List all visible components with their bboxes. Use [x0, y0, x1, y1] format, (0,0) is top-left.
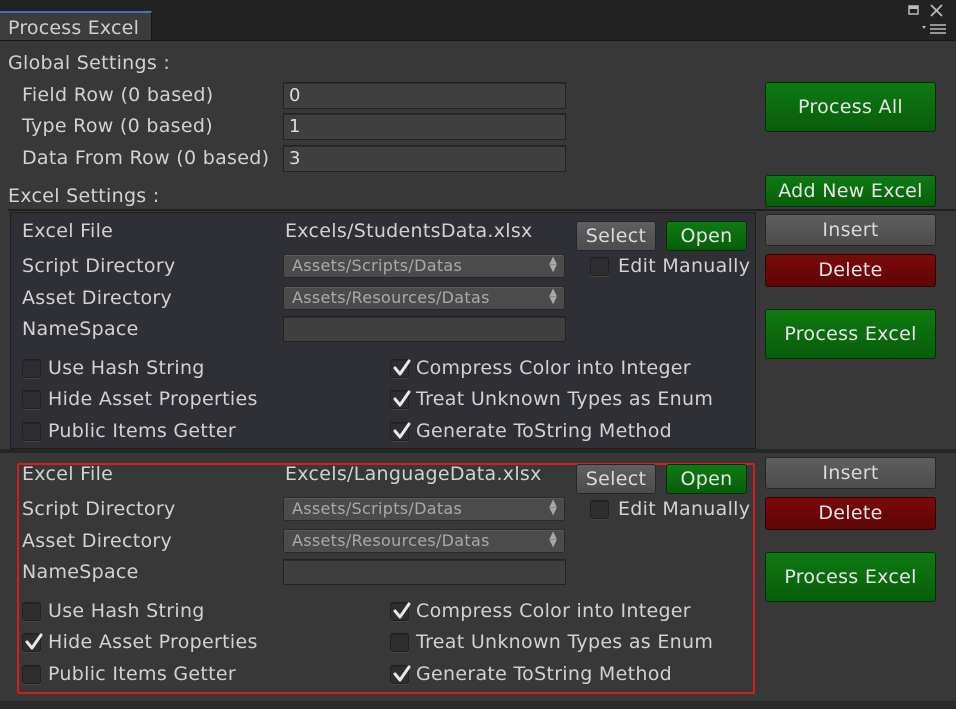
- hide-asset-properties-label: Hide Asset Properties: [48, 631, 258, 653]
- dropdown-arrows-icon: ▲ ▼: [549, 287, 557, 306]
- hide-asset-properties-checkbox[interactable]: [22, 390, 41, 409]
- insert-button[interactable]: Insert: [765, 214, 936, 246]
- asset-directory-dropdown[interactable]: Assets/Resources/Datas ▲ ▼: [283, 529, 565, 553]
- namespace-input[interactable]: [283, 559, 566, 585]
- script-directory-value: Assets/Scripts/Datas: [292, 499, 463, 518]
- maximize-icon[interactable]: [908, 4, 920, 19]
- namespace-label: NameSpace: [22, 561, 139, 583]
- public-items-getter-checkbox[interactable]: [22, 665, 41, 684]
- data-row-input[interactable]: 3: [283, 145, 566, 172]
- edit-manually-label: Edit Manually: [618, 498, 751, 520]
- section-divider: [8, 209, 956, 211]
- use-hash-string-checkbox[interactable]: [22, 359, 41, 378]
- global-settings-heading: Global Settings :: [8, 52, 171, 74]
- edit-manually-checkbox[interactable]: [590, 500, 609, 519]
- namespace-label: NameSpace: [22, 318, 139, 340]
- data-row-value: 3: [289, 148, 301, 169]
- generate-tostring-checkbox[interactable]: [390, 665, 411, 684]
- dropdown-arrows-icon: ▲ ▼: [549, 255, 557, 274]
- excel-file-path: Excels/StudentsData.xlsx: [285, 220, 533, 242]
- public-items-getter-checkbox[interactable]: [22, 422, 41, 441]
- compress-color-label: Compress Color into Integer: [416, 357, 691, 379]
- data-row-label: Data From Row (0 based): [22, 147, 270, 169]
- insert-button[interactable]: Insert: [765, 457, 936, 489]
- field-row-label: Field Row (0 based): [22, 84, 214, 106]
- type-row-input[interactable]: 1: [283, 113, 566, 140]
- asset-directory-value: Assets/Resources/Datas: [292, 531, 490, 550]
- compress-color-checkbox[interactable]: [390, 602, 411, 621]
- hide-asset-properties-label: Hide Asset Properties: [48, 388, 258, 410]
- namespace-input[interactable]: [283, 316, 566, 342]
- excel-file-label: Excel File: [22, 220, 114, 242]
- delete-button[interactable]: Delete: [765, 254, 936, 287]
- select-file-button[interactable]: Select: [576, 221, 656, 251]
- type-row-label: Type Row (0 based): [22, 115, 213, 137]
- generate-tostring-label: Generate ToString Method: [416, 663, 672, 685]
- excel-file-label: Excel File: [22, 463, 114, 485]
- tab-process-excel[interactable]: Process Excel: [0, 11, 152, 40]
- delete-button[interactable]: Delete: [765, 497, 936, 530]
- hide-asset-properties-checkbox[interactable]: [22, 633, 43, 652]
- excel-settings-heading: Excel Settings :: [8, 185, 160, 207]
- generate-tostring-checkbox[interactable]: [390, 422, 411, 441]
- use-hash-string-label: Use Hash String: [48, 357, 205, 379]
- public-items-getter-label: Public Items Getter: [48, 663, 236, 685]
- asset-directory-dropdown[interactable]: Assets/Resources/Datas ▲ ▼: [283, 286, 565, 310]
- script-directory-label: Script Directory: [22, 255, 176, 277]
- process-excel-button[interactable]: Process Excel: [765, 309, 936, 359]
- menu-icon[interactable]: [922, 22, 948, 39]
- edit-manually-label: Edit Manually: [618, 255, 751, 277]
- public-items-getter-label: Public Items Getter: [48, 420, 236, 442]
- field-row-input[interactable]: 0: [283, 82, 566, 109]
- compress-color-label: Compress Color into Integer: [416, 600, 691, 622]
- add-new-excel-button[interactable]: Add New Excel: [765, 175, 936, 207]
- script-directory-dropdown[interactable]: Assets/Scripts/Datas ▲ ▼: [283, 497, 565, 521]
- use-hash-string-checkbox[interactable]: [22, 602, 41, 621]
- asset-directory-label: Asset Directory: [22, 530, 173, 552]
- tab-title: Process Excel: [8, 17, 140, 39]
- excel-file-path: Excels/LanguageData.xlsx: [285, 463, 542, 485]
- process-excel-button[interactable]: Process Excel: [765, 552, 936, 602]
- bottom-edge: [0, 701, 956, 709]
- generate-tostring-label: Generate ToString Method: [416, 420, 672, 442]
- compress-color-checkbox[interactable]: [390, 359, 411, 378]
- script-directory-dropdown[interactable]: Assets/Scripts/Datas ▲ ▼: [283, 254, 565, 278]
- select-file-button[interactable]: Select: [576, 464, 656, 494]
- script-directory-label: Script Directory: [22, 498, 176, 520]
- close-icon[interactable]: [929, 3, 944, 21]
- type-row-value: 1: [289, 116, 301, 137]
- asset-directory-label: Asset Directory: [22, 287, 173, 309]
- treat-unknown-types-checkbox[interactable]: [390, 633, 409, 652]
- edit-manually-checkbox[interactable]: [590, 257, 609, 276]
- open-file-button[interactable]: Open: [666, 464, 747, 494]
- open-file-button[interactable]: Open: [666, 221, 747, 251]
- treat-unknown-types-label: Treat Unknown Types as Enum: [416, 631, 714, 653]
- asset-directory-value: Assets/Resources/Datas: [292, 288, 490, 307]
- treat-unknown-types-checkbox[interactable]: [390, 390, 411, 409]
- use-hash-string-label: Use Hash String: [48, 600, 205, 622]
- item-divider: [0, 449, 956, 453]
- field-row-value: 0: [289, 85, 301, 106]
- script-directory-value: Assets/Scripts/Datas: [292, 256, 463, 275]
- process-all-button[interactable]: Process All: [765, 82, 936, 132]
- dropdown-arrows-icon: ▲ ▼: [549, 530, 557, 549]
- treat-unknown-types-label: Treat Unknown Types as Enum: [416, 388, 714, 410]
- dropdown-arrows-icon: ▲ ▼: [549, 498, 557, 517]
